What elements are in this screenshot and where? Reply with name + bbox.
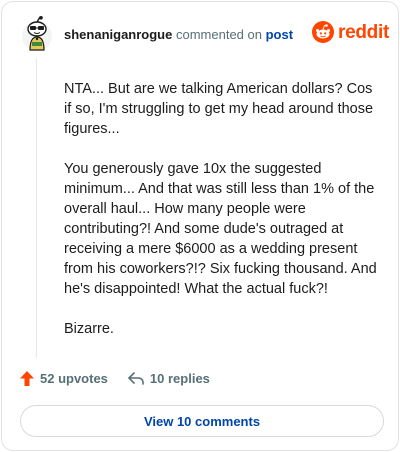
comment-body: NTA... But are we talking American dolla… <box>64 79 382 359</box>
comment-paragraph: You generously gave 10x the suggested mi… <box>64 161 377 297</box>
reddit-logo[interactable]: reddit <box>312 21 389 43</box>
comment-paragraph: Bizarre. <box>64 321 114 337</box>
upvote-button[interactable]: 52 upvotes <box>20 371 108 386</box>
comment-actions: 52 upvotes 10 replies <box>20 371 210 386</box>
thread-line <box>36 58 37 358</box>
view-comments-label: View 10 comments <box>143 413 261 429</box>
post-link[interactable]: post <box>266 27 293 42</box>
reddit-snoo-icon <box>312 21 334 43</box>
view-comments-button[interactable]: View 10 comments <box>20 405 384 437</box>
arrow-up-icon <box>20 371 34 386</box>
user-avatar[interactable] <box>20 16 54 52</box>
snoo-avatar-icon <box>22 16 52 51</box>
upvote-count: 52 upvotes <box>40 371 108 386</box>
reply-arrow-icon <box>128 372 144 385</box>
replies-count: 10 replies <box>149 371 210 386</box>
comment-paragraph: NTA... But are we talking American dolla… <box>64 81 374 137</box>
replies-button[interactable]: 10 replies <box>128 371 210 386</box>
username-link[interactable]: shenaniganrogue <box>64 27 172 42</box>
action-text: commented on <box>175 27 262 42</box>
comment-card: shenaniganrogue commented on post reddit… <box>1 1 399 451</box>
reddit-wordmark: reddit <box>338 21 389 43</box>
comment-header: shenaniganrogue commented on post <box>64 27 293 42</box>
